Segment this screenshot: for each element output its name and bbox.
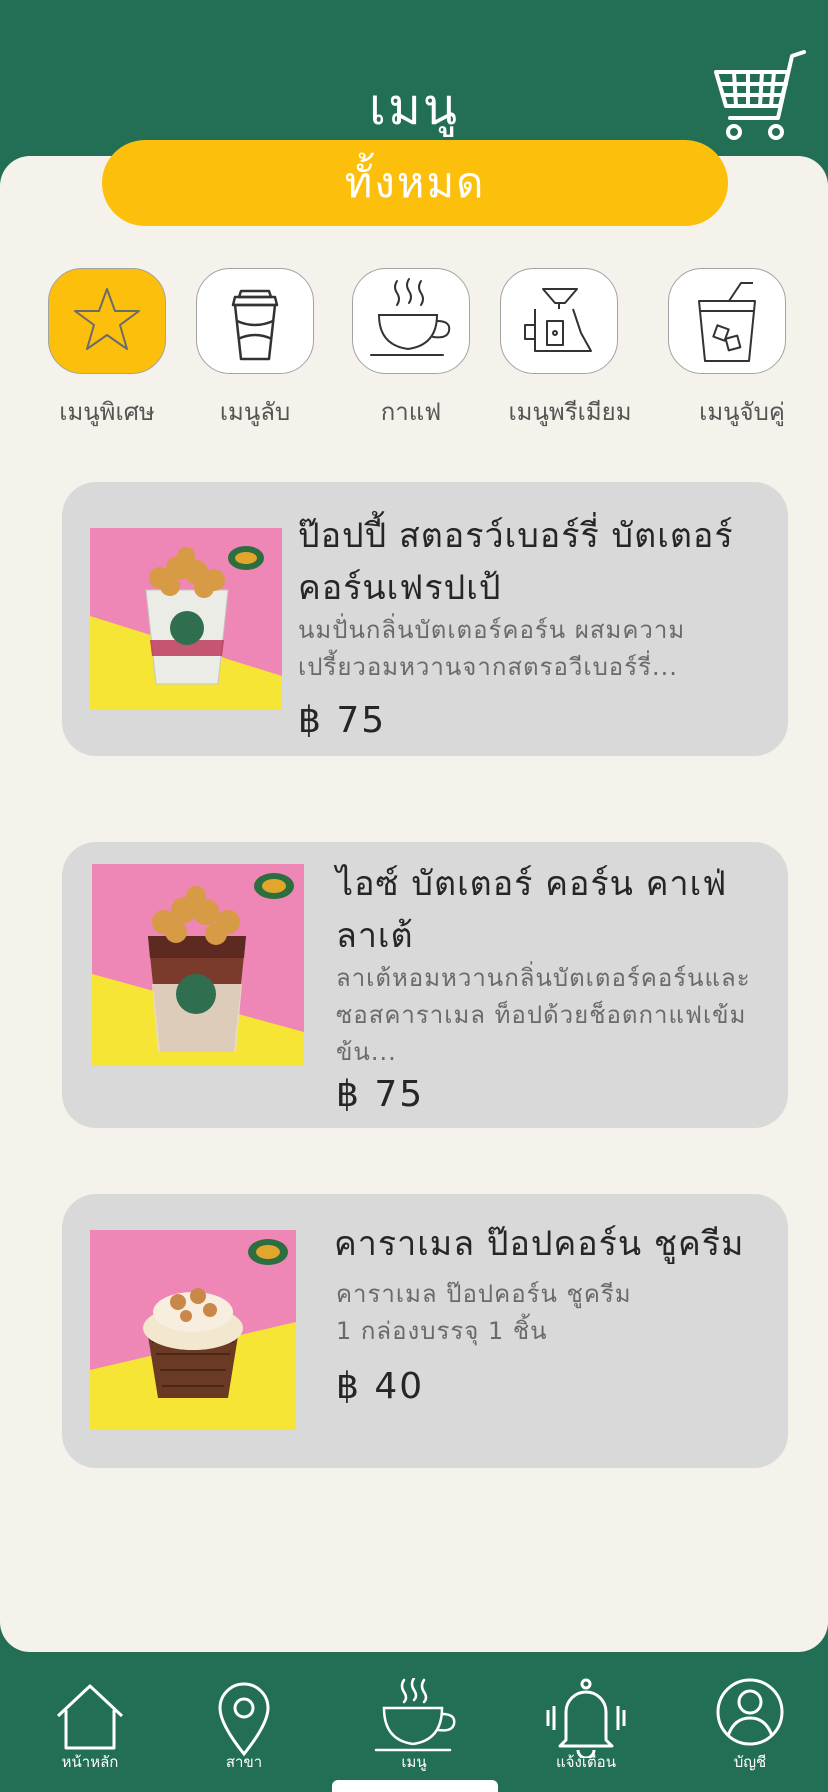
tab-notifications[interactable]: แจ้งเตือน — [526, 1652, 646, 1792]
product-price: ฿ 40 — [336, 1366, 425, 1407]
product-description: ลาเต้หอมหวานกลิ่นบัตเตอร์คอร์นและ ซอสคาร… — [336, 964, 751, 1066]
app-header: เมนู — [0, 0, 828, 160]
tab-branches[interactable]: สาขา — [184, 1652, 304, 1792]
tab-home[interactable]: หน้าหลัก — [30, 1652, 150, 1792]
tab-menu[interactable]: เมนู — [354, 1652, 474, 1792]
product-description: นมปั่นกลิ่นบัตเตอร์คอร์น ผสมความ เปรี้ยว… — [298, 616, 686, 681]
product-image — [90, 528, 282, 710]
product-price: ฿ 75 — [336, 1074, 425, 1115]
home-icon — [56, 1684, 124, 1750]
product-image — [90, 1230, 296, 1430]
account-icon — [716, 1678, 784, 1746]
product-description: คาราเมล ป๊อปคอร์น ชูครีม 1 กล่องบรรจุ 1 … — [336, 1280, 632, 1345]
category-label-pairing: เมนูจับคู่ — [699, 398, 785, 426]
drip-coffee-icon — [524, 288, 592, 352]
bottom-tab-bar: หน้าหลัก สาขา เมนู แจ้งเตือน บัญชี — [0, 1652, 828, 1792]
category-label-premium: เมนูพรีเมียม — [508, 398, 632, 426]
tab-notifications-label: แจ้งเตือน — [556, 1753, 616, 1771]
bell-icon — [546, 1678, 626, 1758]
tab-account-label: บัญชี — [733, 1753, 767, 1771]
tab-account[interactable]: บัญชี — [690, 1652, 810, 1792]
product-title: ไอซ์ บัตเตอร์ คอร์น คาเฟ่ ลาเต้ — [336, 864, 728, 956]
star-icon — [74, 288, 140, 350]
shopping-cart-icon[interactable] — [712, 48, 808, 144]
product-price: ฿ 75 — [298, 700, 387, 741]
category-secret-button[interactable] — [196, 268, 314, 374]
product-card[interactable]: ไอซ์ บัตเตอร์ คอร์น คาเฟ่ ลาเต้ ลาเต้หอม… — [62, 842, 788, 1128]
product-image — [92, 864, 304, 1066]
category-label-special: เมนูพิเศษ — [59, 398, 155, 426]
category-label-coffee: กาแฟ — [380, 398, 442, 426]
all-menu-button[interactable]: ทั้งหมด — [102, 140, 728, 226]
product-card[interactable]: ป๊อปปี้ สตอรว์เบอร์รี่ บัตเตอร์ คอร์นเฟร… — [62, 482, 788, 756]
hot-coffee-icon — [370, 278, 451, 356]
coffee-cup-icon — [374, 1678, 456, 1752]
product-title: คาราเมล ป๊อปคอร์น ชูครีม — [334, 1224, 745, 1264]
category-label-secret: เมนูลับ — [219, 398, 291, 426]
category-coffee-button[interactable] — [352, 268, 470, 374]
category-pairing-button[interactable] — [668, 268, 786, 374]
takeaway-cup-icon — [231, 289, 279, 361]
tab-home-label: หน้าหลัก — [61, 1753, 119, 1771]
page-title: เมนู — [368, 78, 460, 136]
category-premium-button[interactable] — [500, 268, 618, 374]
home-indicator — [332, 1780, 498, 1792]
product-card[interactable]: คาราเมล ป๊อปคอร์น ชูครีม คาราเมล ป๊อปคอร… — [62, 1194, 788, 1468]
product-title: ป๊อปปี้ สตอรว์เบอร์รี่ บัตเตอร์ คอร์นเฟร… — [298, 516, 734, 608]
iced-drink-icon — [698, 282, 756, 362]
location-pin-icon — [218, 1682, 270, 1757]
tab-menu-label: เมนู — [401, 1753, 427, 1771]
category-special-button[interactable] — [48, 268, 166, 374]
tab-branches-label: สาขา — [225, 1753, 263, 1771]
